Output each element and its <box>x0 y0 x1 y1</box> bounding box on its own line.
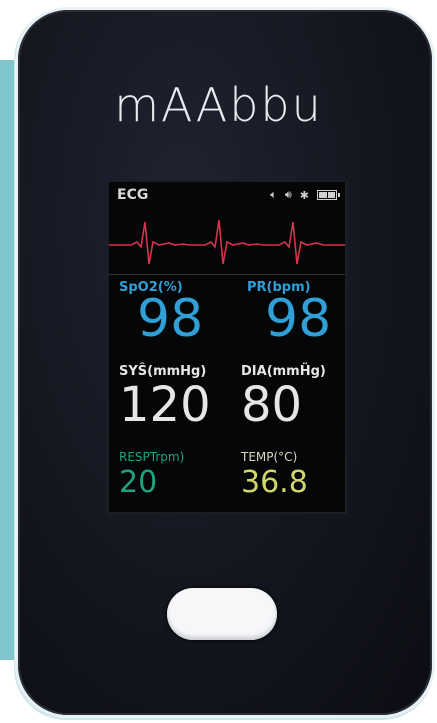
home-button[interactable] <box>167 588 277 640</box>
resp-value: 20 <box>119 465 158 500</box>
spo2-value: 98 <box>137 289 204 349</box>
dia-panel: DIA(mmḦg) 80 <box>241 364 326 429</box>
ecg-waveform <box>109 219 345 265</box>
pr-value: 98 <box>265 289 332 349</box>
dia-value: 80 <box>241 377 303 433</box>
display-screen: ECG 🔈︎ 🔊︎ ✱ SpO2(%) 98 PR(bpm) 98 SYŜ(mm… <box>107 180 347 514</box>
temp-label: TEMP(°C) <box>241 450 298 464</box>
brand-logo: mAAbbu <box>114 78 323 132</box>
ecg-label: ECG <box>117 187 149 203</box>
temp-panel: TEMP(°C) 36.8 <box>241 450 308 498</box>
pr-panel: PR(bpm) 98 <box>247 280 331 345</box>
resp-label: RESPTrpm) <box>119 450 185 464</box>
sys-value: 120 <box>119 377 211 433</box>
ecg-trace <box>109 219 345 265</box>
status-bar: 🔈︎ 🔊︎ ✱ <box>270 188 340 202</box>
speaker-icon: 🔊︎ <box>284 188 292 201</box>
bluetooth-icon: ✱ <box>299 188 309 202</box>
sys-panel: SYŜ(mmHg) 120 <box>119 364 211 429</box>
battery-icon <box>317 190 340 200</box>
spo2-panel: SpO2(%) 98 <box>119 280 203 345</box>
temp-value: 36.8 <box>241 465 308 500</box>
resp-panel: RESPTrpm) 20 <box>119 450 184 498</box>
speaker-muted-icon: 🔈︎ <box>270 188 277 201</box>
divider <box>109 274 345 275</box>
